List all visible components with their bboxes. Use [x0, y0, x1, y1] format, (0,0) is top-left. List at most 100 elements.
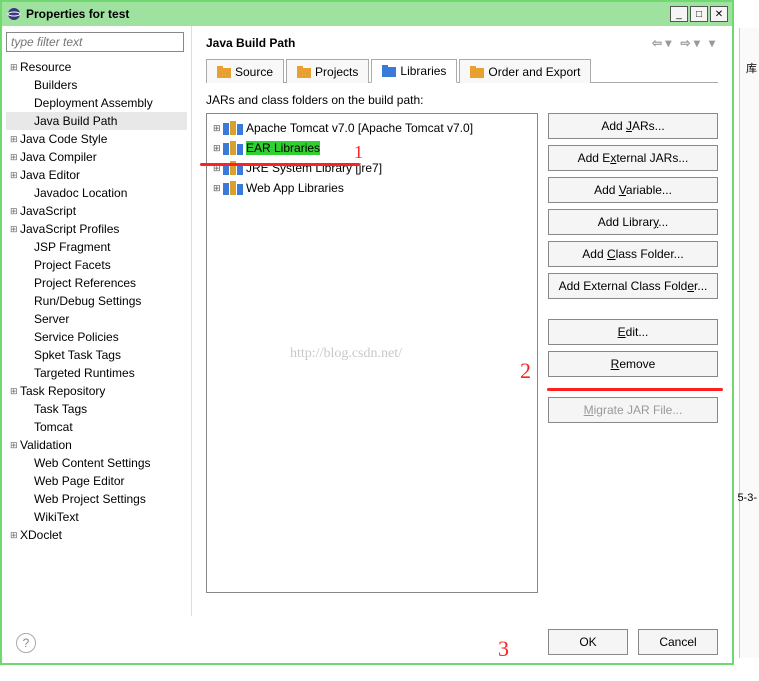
sidebar-item-spket-task-tags[interactable]: Spket Task Tags — [6, 346, 187, 364]
add-jars-button[interactable]: Add JARs... — [548, 113, 718, 139]
sidebar-item-label: Service Policies — [34, 328, 119, 346]
sidebar-item-java-compiler[interactable]: ⊞Java Compiler — [6, 148, 187, 166]
right-strip — [739, 28, 759, 658]
expander-icon[interactable]: ⊞ — [10, 220, 20, 238]
jar-item[interactable]: ⊞ Apache Tomcat v7.0 [Apache Tomcat v7.0] — [211, 118, 533, 138]
tab-projects[interactable]: Projects — [286, 59, 369, 83]
sidebar-item-java-editor[interactable]: ⊞Java Editor — [6, 166, 187, 184]
sidebar-item-javascript-profiles[interactable]: ⊞JavaScript Profiles — [6, 220, 187, 238]
remove-button[interactable]: Remove — [548, 351, 718, 377]
sidebar: ⊞ResourceBuildersDeployment AssemblyJava… — [2, 26, 192, 616]
sidebar-item-label: Task Repository — [20, 382, 105, 400]
expander-icon[interactable]: ⊞ — [10, 166, 20, 184]
nav-arrows: ⇦ ▾ ⇨ ▾ ▾ — [649, 36, 718, 50]
tab-libraries[interactable]: Libraries — [371, 59, 457, 83]
sidebar-item-builders[interactable]: Builders — [6, 76, 187, 94]
tab-order-and-export[interactable]: Order and Export — [459, 59, 591, 83]
eclipse-icon — [6, 6, 22, 22]
cancel-button[interactable]: Cancel — [638, 629, 718, 655]
sidebar-item-java-build-path[interactable]: Java Build Path — [6, 112, 187, 130]
jar-list-label: JARs and class folders on the build path… — [206, 93, 718, 107]
tab-source[interactable]: Source — [206, 59, 284, 83]
sidebar-item-web-project-settings[interactable]: Web Project Settings — [6, 490, 187, 508]
sidebar-item-web-page-editor[interactable]: Web Page Editor — [6, 472, 187, 490]
sidebar-item-label: Deployment Assembly — [34, 94, 153, 112]
sidebar-item-label: Run/Debug Settings — [34, 292, 141, 310]
jar-item[interactable]: ⊞ EAR Libraries — [211, 138, 533, 158]
add-external-class-folder-button[interactable]: Add External Class Folder... — [548, 273, 718, 299]
ok-button[interactable]: OK — [548, 629, 628, 655]
add-variable-button[interactable]: Add Variable... — [548, 177, 718, 203]
expander-icon[interactable]: ⊞ — [10, 130, 20, 148]
sidebar-item-javadoc-location[interactable]: Javadoc Location — [6, 184, 187, 202]
expander-icon[interactable]: ⊞ — [213, 123, 223, 134]
right-label-2: 5-3- — [737, 492, 757, 504]
sidebar-item-project-facets[interactable]: Project Facets — [6, 256, 187, 274]
tab-label: Source — [235, 65, 273, 79]
nav-menu-icon[interactable]: ▾ — [709, 36, 715, 50]
sidebar-item-tomcat[interactable]: Tomcat — [6, 418, 187, 436]
library-icon — [223, 181, 243, 195]
expander-icon[interactable]: ⊞ — [10, 382, 20, 400]
expander-icon[interactable]: ⊞ — [213, 183, 223, 194]
jar-item-label: Apache Tomcat v7.0 [Apache Tomcat v7.0] — [246, 121, 473, 135]
sidebar-item-deployment-assembly[interactable]: Deployment Assembly — [6, 94, 187, 112]
sidebar-item-label: Project References — [34, 274, 136, 292]
add-class-folder-button[interactable]: Add Class Folder... — [548, 241, 718, 267]
nav-fwd-icon[interactable]: ⇨ ▾ — [680, 36, 699, 50]
jar-tree[interactable]: ⊞ Apache Tomcat v7.0 [Apache Tomcat v7.0]… — [206, 113, 538, 593]
sidebar-item-label: WikiText — [34, 508, 79, 526]
sidebar-item-label: Task Tags — [34, 400, 87, 418]
expander-icon[interactable]: ⊞ — [10, 202, 20, 220]
jar-item[interactable]: ⊞JRE System Library [jre7] — [211, 158, 533, 178]
sidebar-item-label: Tomcat — [34, 418, 73, 436]
sidebar-item-task-tags[interactable]: Task Tags — [6, 400, 187, 418]
tab-icon — [382, 65, 396, 77]
edit-button[interactable]: Edit... — [548, 319, 718, 345]
maximize-button[interactable]: □ — [690, 6, 708, 22]
sidebar-item-label: JavaScript — [20, 202, 76, 220]
tab-icon — [217, 66, 231, 78]
sidebar-item-web-content-settings[interactable]: Web Content Settings — [6, 454, 187, 472]
sidebar-item-label: Server — [34, 310, 69, 328]
expander-icon[interactable]: ⊞ — [213, 143, 223, 154]
sidebar-item-label: Web Content Settings — [34, 454, 151, 472]
sidebar-item-xdoclet[interactable]: ⊞XDoclet — [6, 526, 187, 544]
sidebar-item-resource[interactable]: ⊞Resource — [6, 58, 187, 76]
sidebar-item-label: Project Facets — [34, 256, 111, 274]
annotation-underline-remove — [547, 388, 723, 391]
sidebar-item-jsp-fragment[interactable]: JSP Fragment — [6, 238, 187, 256]
sidebar-item-targeted-runtimes[interactable]: Targeted Runtimes — [6, 364, 187, 382]
sidebar-tree: ⊞ResourceBuildersDeployment AssemblyJava… — [6, 58, 187, 544]
sidebar-item-label: JavaScript Profiles — [20, 220, 119, 238]
page-title: Java Build Path — [206, 36, 295, 50]
sidebar-item-javascript[interactable]: ⊞JavaScript — [6, 202, 187, 220]
close-button[interactable]: ✕ — [710, 6, 728, 22]
sidebar-item-label: Java Code Style — [20, 130, 107, 148]
sidebar-item-validation[interactable]: ⊞Validation — [6, 436, 187, 454]
sidebar-item-wikitext[interactable]: WikiText — [6, 508, 187, 526]
sidebar-item-run-debug-settings[interactable]: Run/Debug Settings — [6, 292, 187, 310]
expander-icon[interactable]: ⊞ — [10, 148, 20, 166]
jar-item[interactable]: ⊞Web App Libraries — [211, 178, 533, 198]
nav-back-icon[interactable]: ⇦ ▾ — [652, 36, 671, 50]
sidebar-item-service-policies[interactable]: Service Policies — [6, 328, 187, 346]
sidebar-item-label: Targeted Runtimes — [34, 364, 135, 382]
right-label-1: 库 — [746, 60, 757, 76]
expander-icon[interactable]: ⊞ — [10, 526, 20, 544]
add-external-jars-button[interactable]: Add External JARs... — [548, 145, 718, 171]
sidebar-item-task-repository[interactable]: ⊞Task Repository — [6, 382, 187, 400]
sidebar-item-server[interactable]: Server — [6, 310, 187, 328]
add-library-button[interactable]: Add Library... — [548, 209, 718, 235]
help-button[interactable]: ? — [16, 633, 36, 653]
sidebar-item-project-references[interactable]: Project References — [6, 274, 187, 292]
sidebar-item-label: Resource — [20, 58, 71, 76]
filter-input[interactable] — [6, 32, 184, 52]
sidebar-item-label: Javadoc Location — [34, 184, 127, 202]
expander-icon[interactable]: ⊞ — [10, 436, 20, 454]
sidebar-item-java-code-style[interactable]: ⊞Java Code Style — [6, 130, 187, 148]
expander-icon[interactable]: ⊞ — [10, 58, 20, 76]
jar-item-label: EAR Libraries — [246, 141, 320, 155]
minimize-button[interactable]: _ — [670, 6, 688, 22]
bottom-buttons: OK Cancel — [548, 629, 718, 655]
